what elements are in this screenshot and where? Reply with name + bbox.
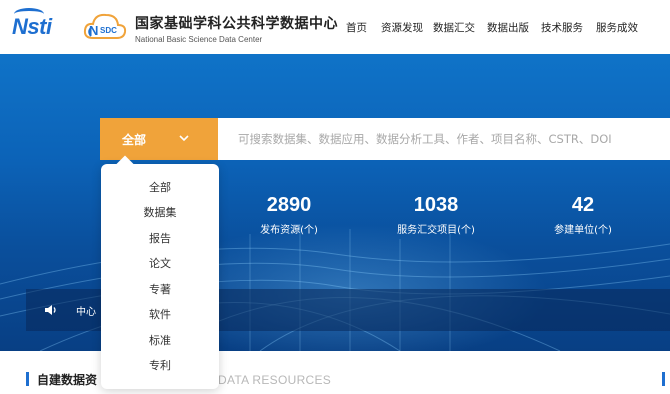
- dropdown-option-patent[interactable]: 专利: [101, 355, 219, 377]
- nav-tech-services[interactable]: 技术服务: [541, 20, 583, 35]
- stat-value: 1038: [413, 194, 459, 216]
- brand-name-en: National Basic Science Data Center: [135, 35, 263, 44]
- notice-text: 中心: [76, 307, 96, 318]
- nav-data-submission[interactable]: 数据汇交: [433, 20, 475, 35]
- section-right-marker: [662, 372, 665, 386]
- main-nav: 首页 资源发现 数据汇交 数据出版 技术服务 服务成效: [0, 20, 670, 34]
- dropdown-option-paper[interactable]: 论文: [101, 253, 219, 275]
- dropdown-option-software[interactable]: 软件: [101, 304, 219, 326]
- top-header: Nsti N SDC 国家基础学科公共科学数据中心 National Basic…: [0, 0, 670, 54]
- nav-data-publishing[interactable]: 数据出版: [487, 20, 529, 35]
- stat-service-projects: 1038 服务汇交项目(个): [376, 194, 496, 236]
- dropdown-option-standard[interactable]: 标准: [101, 330, 219, 352]
- section-title-marker: [26, 372, 29, 386]
- section-title: 自建数据资: [37, 373, 98, 387]
- dropdown-option-all[interactable]: 全部: [101, 177, 219, 199]
- search-bar: 全部: [100, 118, 670, 160]
- nav-service-results[interactable]: 服务成效: [596, 20, 638, 35]
- nav-home[interactable]: 首页: [346, 20, 367, 35]
- stat-label: 参建单位(个): [554, 225, 612, 236]
- nav-resource-discovery[interactable]: 资源发现: [381, 20, 423, 35]
- search-input[interactable]: [218, 118, 670, 160]
- dropdown-option-report[interactable]: 报告: [101, 228, 219, 250]
- speaker-icon: [45, 305, 56, 315]
- search-category-value: 全部: [122, 133, 147, 147]
- search-category-dropdown: 全部 数据集 报告 论文 专著 软件 标准 专利: [101, 155, 219, 389]
- stat-participating-units: 42 参建单位(个): [523, 194, 643, 236]
- nsti-logo-swoosh: [14, 8, 44, 20]
- chevron-down-icon: [179, 135, 189, 142]
- dropdown-option-dataset[interactable]: 数据集: [101, 202, 219, 224]
- stat-value: 42: [571, 194, 595, 216]
- stat-published-resources: 2890 发布资源(个): [229, 194, 349, 236]
- section-subtitle: DATA RESOURCES: [218, 373, 332, 387]
- dropdown-option-monograph[interactable]: 专著: [101, 279, 219, 301]
- stat-label: 发布资源(个): [260, 225, 318, 236]
- stat-value: 2890: [266, 194, 312, 216]
- stat-label: 服务汇交项目(个): [397, 225, 475, 236]
- search-category-select[interactable]: 全部: [100, 118, 218, 160]
